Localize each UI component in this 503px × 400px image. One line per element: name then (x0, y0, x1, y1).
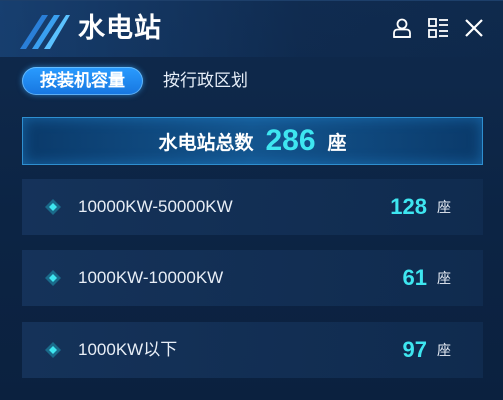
list-item-label: 10000KW-50000KW (78, 197, 233, 216)
tab-by-region[interactable]: 按行政区划 (163, 67, 248, 95)
list-item-unit: 座 (437, 200, 451, 216)
total-label: 水电站总数 (158, 131, 254, 154)
panel-title: 水电站 (78, 13, 162, 44)
header-stripes-icon (20, 15, 70, 49)
user-icon[interactable] (391, 17, 413, 39)
tab-by-capacity[interactable]: 按装机容量 (22, 67, 143, 95)
total-value: 286 (265, 124, 316, 157)
diamond-icon (45, 270, 61, 286)
total-unit: 座 (327, 131, 347, 154)
list-item-value: 128 (390, 194, 427, 219)
list-item-unit: 座 (437, 271, 451, 287)
list-item[interactable]: 1000KW-10000KW 61 座 (22, 250, 483, 306)
list-item-label: 1000KW-10000KW (78, 268, 224, 287)
diamond-icon (45, 342, 61, 358)
diamond-icon (45, 199, 61, 215)
panel-header: 水电站 (0, 1, 503, 57)
list-item[interactable]: 1000KW以下 97 座 (22, 322, 483, 378)
hydropower-panel: 水电站 按装机容量 按行政区划 水电站总数 286 座 10000KW-5000… (0, 0, 503, 400)
list-item-label: 1000KW以下 (78, 340, 178, 359)
list-item-value: 97 (402, 337, 427, 362)
total-count-banner: 水电站总数 286 座 (22, 117, 483, 165)
tab-bar: 按装机容量 按行政区划 (22, 67, 248, 95)
list-item[interactable]: 10000KW-50000KW 128 座 (22, 179, 483, 235)
list-item-unit: 座 (437, 343, 451, 359)
list-item-value: 61 (402, 265, 427, 290)
header-actions (391, 17, 485, 39)
close-icon[interactable] (463, 17, 485, 39)
list-icon[interactable] (427, 17, 449, 39)
